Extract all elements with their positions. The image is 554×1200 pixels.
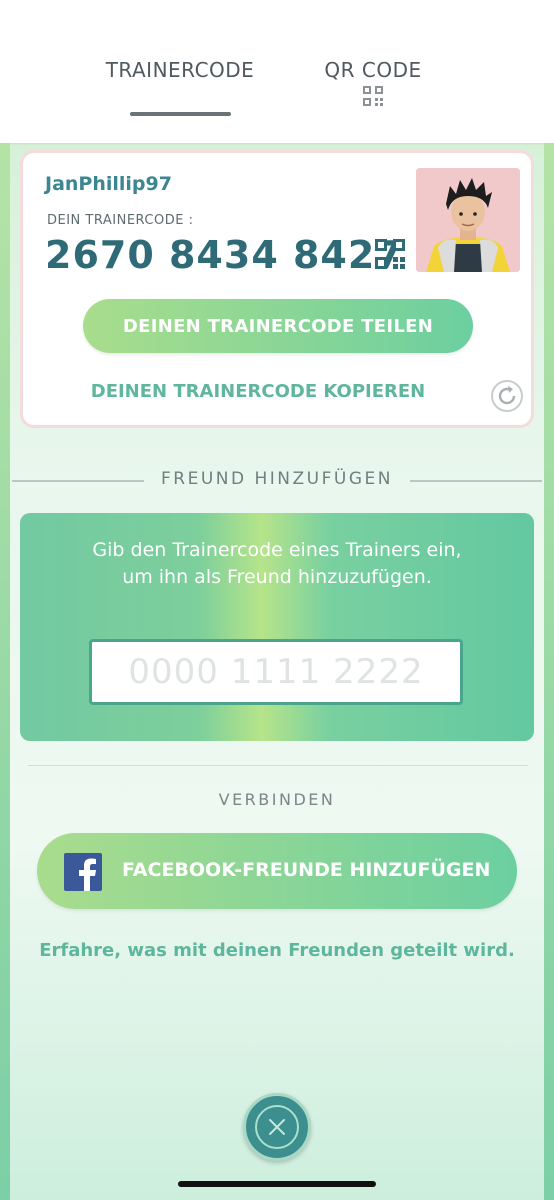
add-facebook-friends-button[interactable]: FACEBOOK-FREUNDE HINZUFÜGEN — [37, 833, 517, 909]
tab-trainercode[interactable]: TRAINERCODE — [100, 58, 260, 118]
avatar — [416, 168, 520, 272]
tab-bar: TRAINERCODE QR CODE — [0, 0, 554, 143]
qr-code-icon[interactable] — [375, 239, 405, 269]
username: JanPhillip97 — [45, 173, 172, 195]
add-friend-panel: Gib den Trainercode eines Trainers ein, … — [20, 513, 534, 741]
home-indicator — [178, 1181, 376, 1187]
divider — [28, 765, 528, 766]
close-button[interactable] — [243, 1093, 311, 1161]
connect-heading: VERBINDEN — [218, 790, 336, 809]
close-icon — [269, 1119, 285, 1135]
trainer-code-label: DEIN TRAINERCODE : — [47, 213, 194, 228]
facebook-button-label: FACEBOOK-FREUNDE HINZUFÜGEN — [122, 859, 491, 881]
facebook-icon — [64, 853, 102, 891]
trainercode-input[interactable] — [89, 639, 463, 705]
add-friend-instructions: Gib den Trainercode eines Trainers ein, … — [92, 539, 462, 588]
side-border-right — [544, 143, 554, 1200]
refresh-icon[interactable] — [490, 379, 524, 413]
sharing-info-link[interactable]: Erfahre, was mit deinen Freunden geteilt… — [0, 940, 554, 961]
trainer-code: 2670 8434 8427 — [45, 233, 403, 277]
copy-trainercode-link[interactable]: DEINEN TRAINERCODE KOPIEREN — [63, 381, 453, 402]
share-trainercode-button[interactable]: DEINEN TRAINERCODE TEILEN — [83, 299, 473, 353]
trainer-card: JanPhillip97 DEIN TRAINERCODE : 2670 843… — [20, 150, 534, 428]
qr-code-icon — [363, 86, 383, 106]
active-tab-indicator — [130, 112, 231, 116]
side-border-left — [0, 143, 10, 1200]
add-friend-divider: FREUND HINZUFÜGEN — [12, 466, 542, 496]
add-friend-heading: FREUND HINZUFÜGEN — [161, 469, 393, 489]
